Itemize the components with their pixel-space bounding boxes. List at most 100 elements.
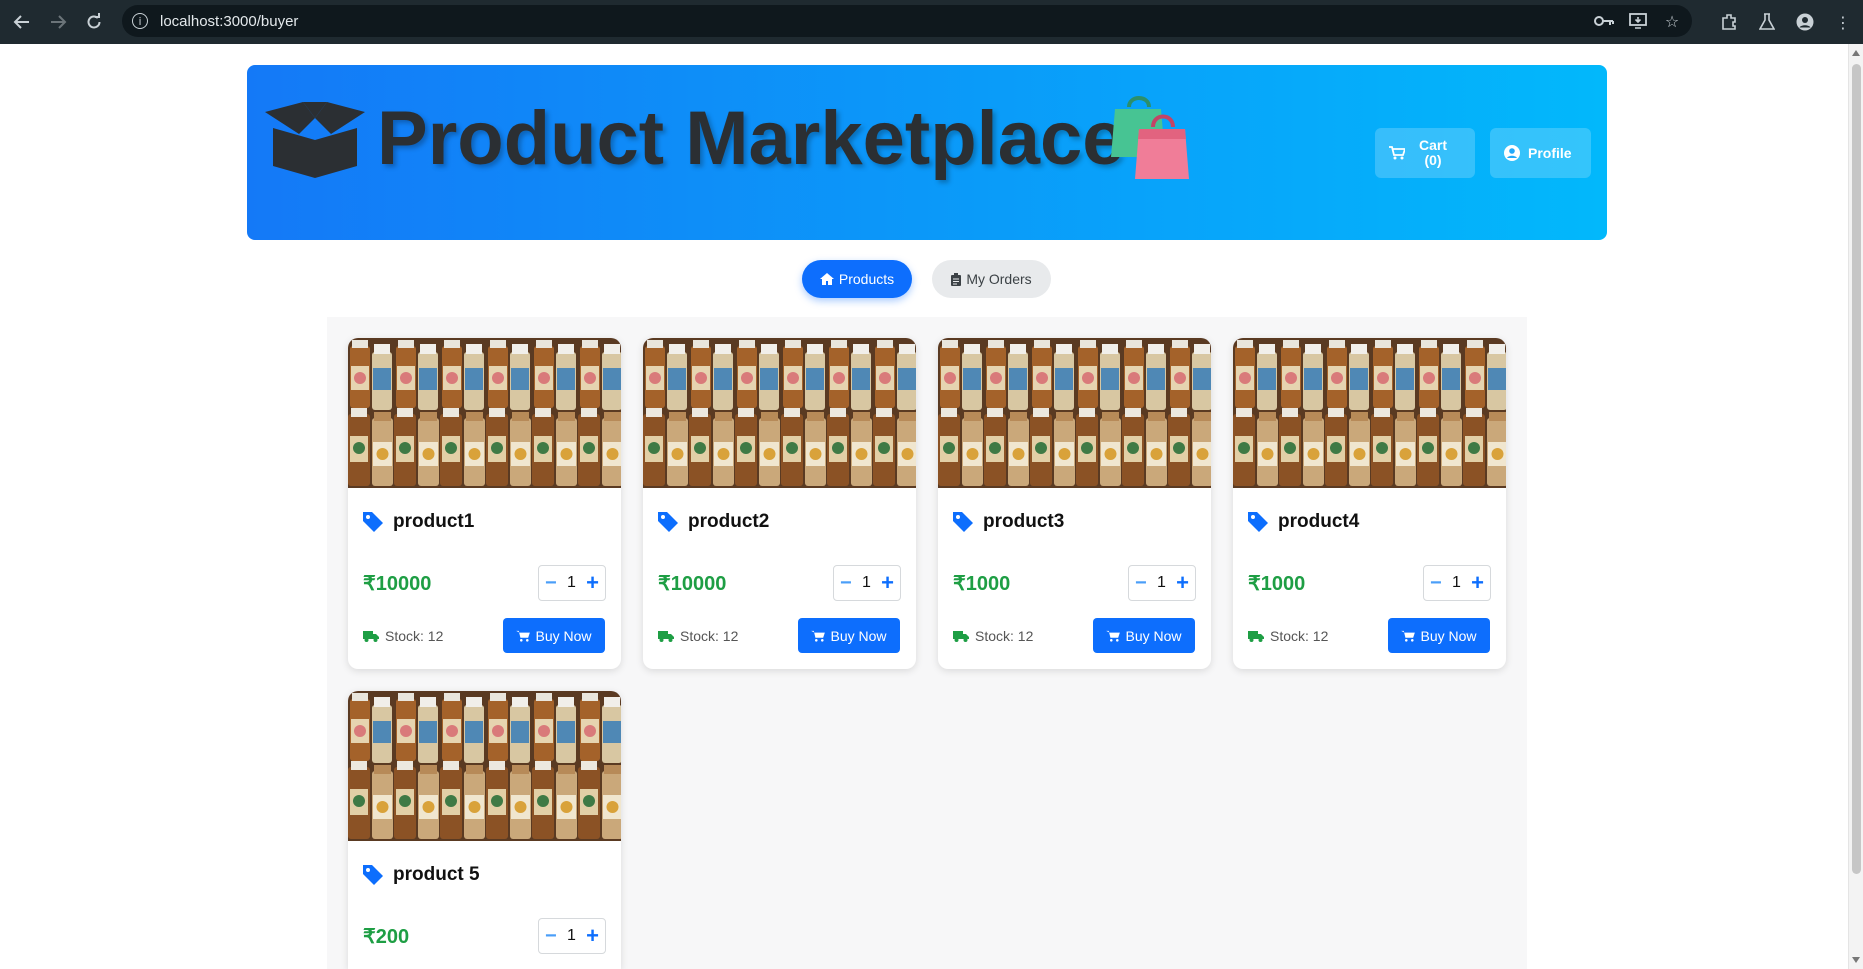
buy-now-label: Buy Now [535,627,592,644]
buy-now-button[interactable]: Buy Now [1093,618,1195,653]
page-title: Product Marketplace [377,96,1125,181]
product-price: ₹200 [363,926,410,948]
menu-icon[interactable]: ⋮ [1833,12,1853,32]
product-card: product4 ₹1000 − 1 + Stock: 12 Buy Now [1233,338,1506,669]
forward-icon[interactable] [44,8,72,36]
info-icon[interactable]: i [132,13,148,29]
increase-button[interactable]: + [586,570,599,596]
increase-button[interactable]: + [881,570,894,596]
buy-now-button[interactable]: Buy Now [1388,618,1490,653]
decrease-button[interactable]: − [840,572,852,595]
install-icon[interactable] [1628,11,1648,31]
cart-icon [1106,630,1121,642]
box-icon [263,100,367,185]
product-card: product1 ₹10000 − 1 + Stock: 12 Buy Now [348,338,621,669]
extensions-icon[interactable] [1719,12,1739,32]
cart-label-group: Cart (0) [1419,138,1447,168]
profile-label: Profile [1528,145,1572,161]
cart-icon [1389,146,1405,160]
stock-info: Stock: 12 [1248,628,1328,644]
profile-button[interactable]: Profile [1490,128,1591,178]
increase-button[interactable]: + [1471,570,1484,596]
product-name: product1 [363,511,474,533]
truck-icon [1248,631,1264,642]
stock-info: Stock: 12 [363,628,443,644]
scrollbar-thumb[interactable] [1852,64,1861,874]
product-price: ₹1000 [1248,573,1306,595]
tab-my-orders[interactable]: My Orders [932,260,1051,298]
stock-info: Stock: 12 [658,628,738,644]
quantity-value[interactable]: 1 [1157,574,1166,592]
quantity-stepper: − 1 + [833,565,901,601]
cart-icon [1401,630,1416,642]
buy-now-button[interactable]: Buy Now [798,618,900,653]
reload-icon[interactable] [80,8,108,36]
clipboard-icon [951,272,962,286]
product-name: product 5 [363,864,480,886]
product-name-text: product1 [393,511,475,532]
shopping-bags-icon [1109,95,1189,184]
cart-icon [811,630,826,642]
product-price: ₹10000 [363,573,432,595]
product-name-text: product2 [688,511,770,532]
product-card: product 5 ₹200 − 1 + [348,691,621,969]
url-text[interactable]: localhost:3000/buyer [160,13,298,30]
quantity-stepper: − 1 + [538,565,606,601]
decrease-button[interactable]: − [1430,572,1442,595]
product-card: product3 ₹1000 − 1 + Stock: 12 Buy Now [938,338,1211,669]
stock-text: Stock: 12 [1270,628,1329,644]
increase-button[interactable]: + [1176,570,1189,596]
product-card: product2 ₹10000 − 1 + Stock: 12 Buy Now [643,338,916,669]
quantity-stepper: − 1 + [538,918,606,954]
browser-toolbar: i localhost:3000/buyer ☆ ⋮ [0,0,1863,44]
quantity-stepper: − 1 + [1128,565,1196,601]
tab-products-label: Products [838,271,895,287]
truck-icon [953,631,969,642]
cart-count: (0) [1424,152,1442,168]
tab-products[interactable]: Products [802,260,912,298]
buy-now-label: Buy Now [1420,627,1477,644]
stock-text: Stock: 12 [680,628,739,644]
quantity-value[interactable]: 1 [862,574,871,592]
labs-icon[interactable] [1757,12,1777,32]
key-icon[interactable] [1594,11,1614,31]
product-image [348,338,621,488]
stock-info: Stock: 12 [953,628,1033,644]
quantity-value[interactable]: 1 [567,927,576,945]
page-scrollbar[interactable] [1848,44,1863,969]
quantity-value[interactable]: 1 [1452,574,1461,592]
stock-text: Stock: 12 [975,628,1034,644]
tab-orders-label: My Orders [966,271,1032,287]
tag-icon [363,512,383,532]
address-bar[interactable]: i localhost:3000/buyer ☆ [122,5,1692,37]
cart-button[interactable]: Cart (0) [1375,128,1475,178]
tag-icon [1248,512,1268,532]
decrease-button[interactable]: − [1135,572,1147,595]
account-icon[interactable] [1795,12,1815,32]
user-circle-icon [1504,145,1520,161]
tag-icon [658,512,678,532]
buy-now-button[interactable]: Buy Now [503,618,605,653]
cart-label: Cart [1419,137,1448,153]
product-name: product4 [1248,511,1359,533]
product-name-text: product4 [1278,511,1360,532]
truck-icon [363,631,379,642]
increase-button[interactable]: + [586,923,599,949]
scroll-up-icon[interactable] [1852,50,1860,56]
decrease-button[interactable]: − [545,572,557,595]
product-name: product2 [658,511,769,533]
marketplace-header: Product Marketplace Cart (0) Profile [247,65,1607,240]
product-image [938,338,1211,488]
product-price: ₹1000 [953,573,1011,595]
product-name-text: product 5 [393,864,480,885]
quantity-stepper: − 1 + [1423,565,1491,601]
tag-icon [363,865,383,885]
product-price: ₹10000 [658,573,727,595]
product-name-text: product3 [983,511,1065,532]
back-icon[interactable] [8,8,36,36]
star-icon[interactable]: ☆ [1662,11,1682,31]
scroll-down-icon[interactable] [1852,957,1860,963]
buy-now-label: Buy Now [830,627,887,644]
quantity-value[interactable]: 1 [567,574,576,592]
decrease-button[interactable]: − [545,925,557,948]
